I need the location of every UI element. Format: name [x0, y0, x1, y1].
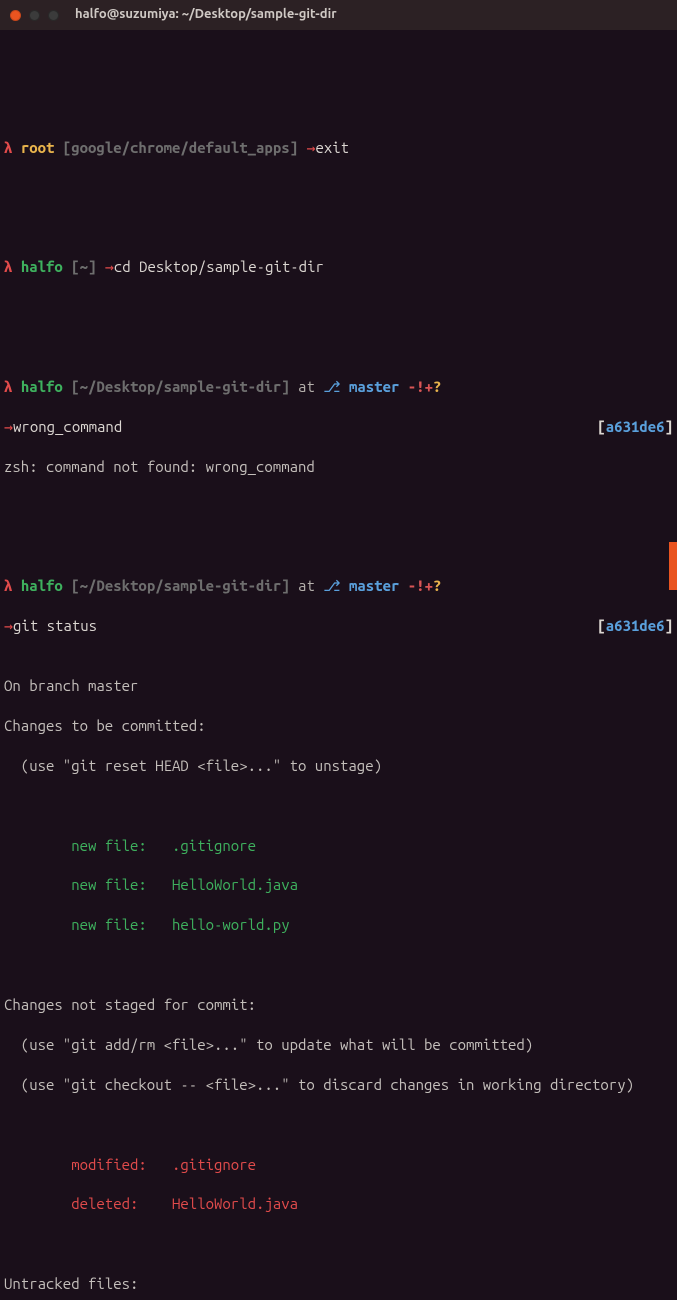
close-icon[interactable]	[10, 10, 21, 21]
blank-line	[4, 517, 673, 537]
git-status-line: (use "git reset HEAD <file>..." to unsta…	[4, 756, 673, 776]
arrow-icon: →	[105, 257, 114, 277]
prompt-at: at	[298, 377, 315, 397]
hash-bracket: [	[597, 616, 605, 636]
lambda-icon: λ	[4, 257, 12, 277]
prompt-commit-hash: a631de6	[606, 616, 665, 636]
hash-bracket: ]	[665, 616, 673, 636]
prompt-command: cd Desktop/sample-git-dir	[114, 257, 324, 277]
prompt-path: [google/chrome/default_apps]	[63, 138, 298, 158]
prompt-command: wrong_command	[13, 417, 597, 437]
prompt-line-1: λ root [google/chrome/default_apps] → ex…	[4, 138, 673, 158]
arrow-icon: →	[4, 616, 13, 636]
prompt-user: root	[21, 138, 55, 158]
prompt-commit-hash: a631de6	[606, 417, 665, 437]
prompt-line-2: λ halfo [~] → cd Desktop/sample-git-dir	[4, 257, 673, 277]
hash-bracket: [	[597, 417, 605, 437]
prompt-user: halfo	[21, 377, 63, 397]
titlebar: halfo@suzumiya: ~/Desktop/sample-git-dir	[0, 0, 677, 30]
blank-line	[4, 796, 673, 816]
prompt-branch: master	[349, 377, 399, 397]
prompt-line-3a: λ halfo [~/Desktop/sample-git-dir] at ⎇ …	[4, 377, 673, 397]
prompt-flags: -!+	[408, 576, 433, 596]
prompt-line-3b: → wrong_command [a631de6]	[4, 417, 673, 437]
prompt-command: git status	[13, 616, 597, 636]
prompt-flags: -!+	[408, 377, 433, 397]
prompt-path: [~]	[71, 257, 96, 277]
git-deleted-file: deleted: HelloWorld.java	[4, 1194, 673, 1214]
arrow-icon: →	[306, 138, 315, 158]
scrollbar-thumb[interactable]	[669, 542, 677, 590]
git-status-line: Changes not staged for commit:	[4, 995, 673, 1015]
blank-line	[4, 955, 673, 975]
hash-bracket: ]	[665, 417, 673, 437]
blank-line	[4, 1234, 673, 1254]
window-title: halfo@suzumiya: ~/Desktop/sample-git-dir	[75, 6, 337, 23]
prompt-path: [~/Desktop/sample-git-dir]	[71, 576, 289, 596]
minimize-icon[interactable]	[29, 10, 40, 21]
lambda-icon: λ	[4, 576, 12, 596]
git-new-file: new file: HelloWorld.java	[4, 875, 673, 895]
git-status-line: On branch master	[4, 676, 673, 696]
prompt-command: exit	[315, 138, 349, 158]
output-error: zsh: command not found: wrong_command	[4, 457, 673, 477]
git-status-line: (use "git checkout -- <file>..." to disc…	[4, 1075, 673, 1095]
prompt-user: halfo	[21, 257, 63, 277]
prompt-user: halfo	[21, 576, 63, 596]
terminal-body[interactable]: λ root [google/chrome/default_apps] → ex…	[0, 30, 677, 1300]
blank-line	[4, 78, 673, 98]
git-new-file: new file: .gitignore	[4, 836, 673, 856]
git-new-file: new file: hello-world.py	[4, 915, 673, 935]
blank-line	[4, 1115, 673, 1135]
blank-line	[4, 317, 673, 337]
git-modified-file: modified: .gitignore	[4, 1155, 673, 1175]
branch-icon: ⎇	[323, 576, 340, 596]
prompt-at: at	[298, 576, 315, 596]
git-status-line: (use "git add/rm <file>..." to update wh…	[4, 1035, 673, 1055]
git-status-line: Untracked files:	[4, 1274, 673, 1294]
blank-line	[4, 198, 673, 218]
prompt-line-4b: → git status [a631de6]	[4, 616, 673, 636]
git-status-line: Changes to be committed:	[4, 716, 673, 736]
maximize-icon[interactable]	[48, 10, 59, 21]
prompt-path: [~/Desktop/sample-git-dir]	[71, 377, 289, 397]
lambda-icon: λ	[4, 138, 12, 158]
lambda-icon: λ	[4, 377, 12, 397]
prompt-line-4a: λ halfo [~/Desktop/sample-git-dir] at ⎇ …	[4, 576, 673, 596]
prompt-flags-q: ?	[433, 576, 441, 596]
prompt-branch: master	[349, 576, 399, 596]
branch-icon: ⎇	[323, 377, 340, 397]
arrow-icon: →	[4, 417, 13, 437]
prompt-flags-q: ?	[433, 377, 441, 397]
